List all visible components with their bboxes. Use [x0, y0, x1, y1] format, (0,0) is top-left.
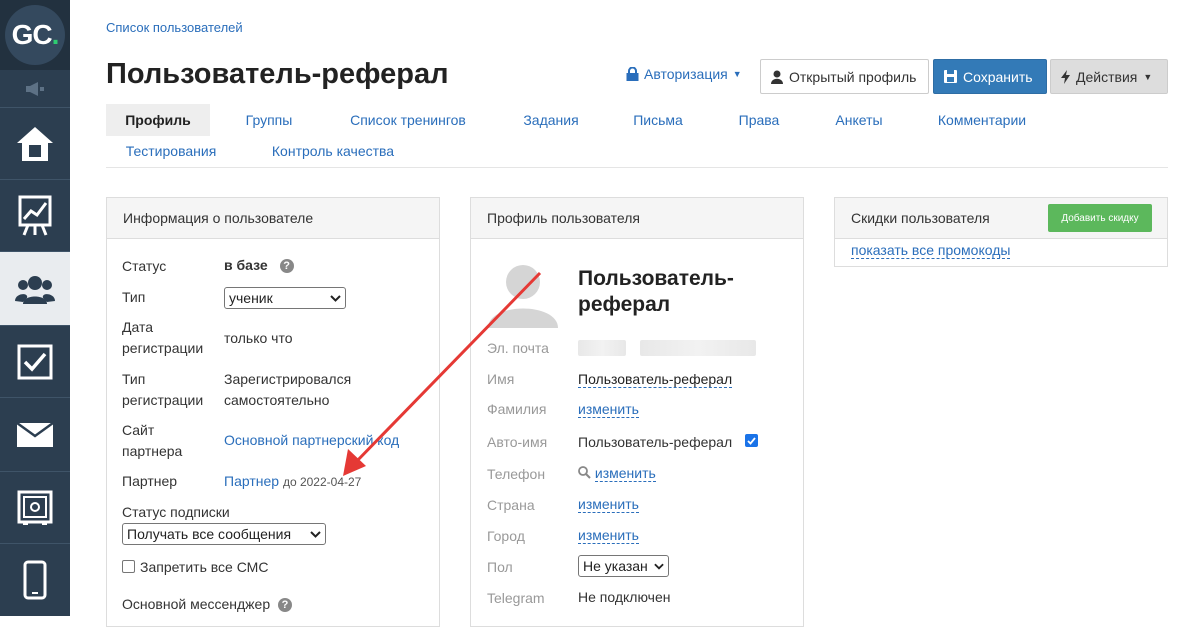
- sidebar: GC.: [0, 0, 70, 616]
- first-name-value[interactable]: Пользователь-реферал: [578, 369, 733, 390]
- partner-site-link[interactable]: Основной партнерский код: [224, 430, 399, 451]
- show-promocodes-link[interactable]: показать все промокоды: [851, 240, 1011, 261]
- type-select[interactable]: ученик: [224, 287, 346, 309]
- floppy-icon: [944, 70, 957, 83]
- email-redacted: [578, 340, 626, 356]
- actions-dropdown[interactable]: Действия ▼: [1050, 59, 1168, 94]
- breadcrumb[interactable]: Список пользователей: [106, 20, 243, 35]
- save-button[interactable]: Сохранить: [933, 59, 1047, 94]
- tab-groups[interactable]: Группы: [230, 104, 308, 136]
- sidebar-item-stats[interactable]: [0, 180, 70, 252]
- page-title: Пользователь-реферал: [106, 58, 449, 90]
- users-icon: [15, 275, 55, 304]
- sidebar-item-users[interactable]: [0, 252, 70, 326]
- add-discount-button[interactable]: Добавить скидку: [1048, 204, 1152, 232]
- panel-header: Информация о пользователе: [107, 198, 439, 239]
- auto-name-label: Авто-имя: [487, 434, 548, 450]
- mail-icon: [17, 422, 53, 447]
- country-label: Страна: [487, 497, 535, 513]
- city-edit[interactable]: изменить: [578, 525, 639, 546]
- chevron-down-icon: [310, 530, 321, 538]
- chevron-down-icon: [330, 294, 341, 302]
- help-icon[interactable]: ?: [279, 259, 294, 274]
- announcements-icon[interactable]: [0, 70, 70, 108]
- profile-name: Пользователь-реферал: [578, 267, 734, 316]
- phone-icon: [23, 560, 47, 600]
- telegram-label: Telegram: [487, 590, 545, 606]
- logo[interactable]: GC.: [0, 0, 70, 70]
- bolt-icon: [1061, 69, 1070, 84]
- reg-date-value: только что: [224, 330, 293, 346]
- country-edit[interactable]: изменить: [578, 494, 639, 515]
- lock-icon: [626, 67, 639, 81]
- status-value: в базе ?: [224, 255, 294, 276]
- sidebar-item-tasks[interactable]: [0, 326, 70, 398]
- partner-link[interactable]: Партнер: [224, 473, 279, 489]
- checkbox-icon: [17, 344, 53, 379]
- help-icon[interactable]: ?: [278, 598, 292, 613]
- tab-testing[interactable]: Тестирования: [118, 135, 224, 167]
- tab-surveys[interactable]: Анкеты: [826, 104, 892, 136]
- caret-down-icon: ▼: [1143, 71, 1153, 82]
- first-name-label: Имя: [487, 371, 515, 387]
- partner-label: Партнер: [122, 473, 178, 489]
- block-sms-checkbox[interactable]: [122, 560, 135, 573]
- gender-select[interactable]: Не указан: [578, 555, 669, 577]
- auto-name-value: Пользователь-реферал: [578, 434, 733, 450]
- gender-label: Пол: [487, 559, 513, 575]
- sidebar-item-home[interactable]: [0, 108, 70, 180]
- user-icon: [771, 70, 783, 84]
- sidebar-item-mobile[interactable]: [0, 544, 70, 616]
- open-profile-button[interactable]: Открытый профиль: [760, 59, 929, 94]
- chevron-down-icon: [654, 563, 664, 570]
- tab-rights[interactable]: Права: [730, 104, 788, 136]
- reg-type-label: Тип регистрации: [122, 371, 204, 408]
- avatar[interactable]: [486, 258, 560, 328]
- email-redacted: [640, 340, 756, 356]
- tab-trainings[interactable]: Список тренингов: [340, 104, 476, 136]
- email-label: Эл. почта: [487, 340, 549, 356]
- home-icon: [17, 126, 53, 161]
- messenger-label: Основной мессенджер ?: [122, 594, 292, 615]
- tabs-divider: [106, 167, 1168, 168]
- search-icon: [578, 466, 591, 479]
- panel-header: Профиль пользователя: [471, 198, 803, 239]
- tab-comments[interactable]: Комментарии: [930, 104, 1034, 136]
- phone-label: Телефон: [487, 466, 546, 482]
- phone-edit[interactable]: изменить: [578, 463, 656, 484]
- partner-until: до 2022-04-27: [282, 475, 362, 489]
- logo-mark: GC.: [5, 5, 65, 65]
- subscription-status-label: Статус подписки: [122, 504, 230, 520]
- tab-quality-control[interactable]: Контроль качества: [262, 135, 404, 167]
- safe-icon: [17, 490, 53, 525]
- authorization-dropdown[interactable]: Авторизация ▼: [626, 66, 742, 82]
- chart-board-icon: [18, 195, 52, 236]
- status-label: Статус: [122, 258, 167, 274]
- reg-date-label: Дата регистрации: [122, 319, 204, 356]
- last-name-edit[interactable]: изменить: [578, 399, 639, 420]
- type-label: Тип: [122, 289, 146, 305]
- city-label: Город: [487, 528, 525, 544]
- subscription-status-select[interactable]: Получать все сообщения: [122, 523, 326, 545]
- partner-value: Партнер до 2022-04-27: [224, 471, 361, 493]
- partner-site-label: Сайт партнера: [122, 422, 183, 459]
- tab-tasks[interactable]: Задания: [514, 104, 588, 136]
- reg-type-value: Зарегистрировался самостоятельно: [224, 371, 352, 408]
- auto-name-checkbox[interactable]: [745, 434, 758, 447]
- caret-down-icon: ▼: [732, 69, 742, 79]
- last-name-label: Фамилия: [487, 401, 547, 417]
- telegram-value: Не подключен: [578, 589, 671, 605]
- tab-profile[interactable]: Профиль: [106, 104, 210, 136]
- sidebar-item-mail[interactable]: [0, 398, 70, 472]
- sidebar-item-safe[interactable]: [0, 472, 70, 544]
- tab-letters[interactable]: Письма: [624, 104, 692, 136]
- block-sms-label: Запретить все СМС: [140, 559, 269, 575]
